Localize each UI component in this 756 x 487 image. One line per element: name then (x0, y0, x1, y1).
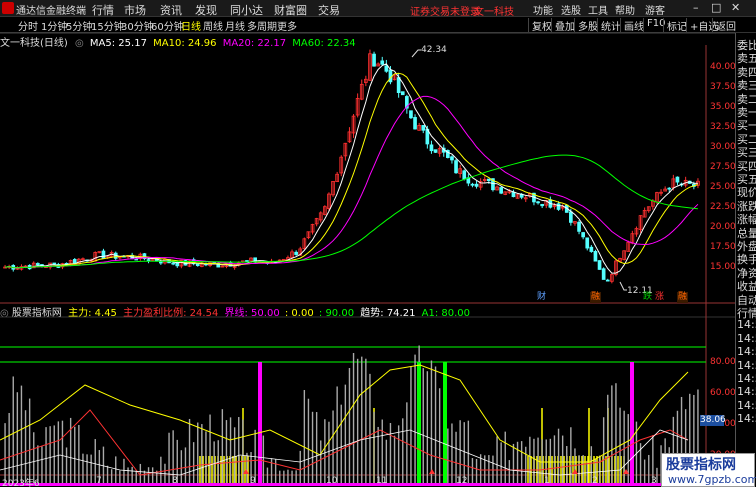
candle-body (421, 125, 426, 131)
sidebar-item: 14:50 (737, 385, 756, 399)
candle-body (470, 183, 475, 186)
candle-body (667, 187, 672, 190)
indicator-tick-label: 80.00 (710, 357, 736, 367)
price-tick-label: 37.50 (710, 82, 736, 92)
sidebar-item: 14:50 (737, 345, 756, 359)
candle-body (577, 221, 581, 232)
ma10-line (4, 72, 699, 269)
candle-body (384, 65, 389, 72)
candle-body (372, 53, 376, 67)
candle-body (601, 268, 606, 280)
price-tick-label: 20.00 (710, 222, 736, 232)
event-tag-finance[interactable]: 财 (536, 292, 547, 303)
event-tag-rise[interactable]: 涨 (654, 292, 665, 303)
date-label: 12 (456, 476, 468, 486)
indicator-tick-label: 60.00 (710, 388, 736, 398)
candle-body (556, 203, 561, 210)
candle-body (450, 156, 454, 161)
candle-body (585, 237, 590, 249)
indicator-current-value: 38.06 (700, 415, 726, 426)
sidebar-item: 14:50 (737, 331, 756, 345)
indicator-bar-magenta (630, 362, 634, 484)
watermark-title: 股票指标网 (666, 457, 736, 473)
candle-body (454, 160, 458, 174)
candle-body (675, 176, 680, 183)
candle-body (245, 260, 249, 262)
sidebar-item: 14:50 (737, 398, 756, 412)
price-tick-label: 35.00 (710, 102, 736, 112)
price-tick-label: 22.50 (710, 202, 736, 212)
candle-body (499, 187, 503, 194)
high-marker (411, 49, 421, 58)
candle-body (52, 262, 57, 265)
sidebar-item: 14:50 (737, 372, 756, 385)
low-marker (619, 281, 627, 291)
indicator-bar-magenta (258, 362, 262, 484)
watermark: 股票指标网 www.7gpzb.com (661, 453, 756, 487)
event-tag-margin[interactable]: 融 (590, 292, 602, 303)
candle-body (72, 259, 77, 264)
sidebar-item: 14:50 (737, 318, 756, 332)
candle-body (413, 117, 417, 130)
date-label: 1 (544, 476, 550, 486)
candle-body (36, 263, 40, 266)
candle-body (433, 149, 438, 153)
date-label: 3 (651, 476, 657, 486)
candle-body (597, 260, 602, 270)
candle-body (487, 178, 491, 181)
candle-body (511, 191, 516, 198)
date-label: 2 (592, 476, 598, 486)
candle-body (134, 258, 139, 261)
candle-body (593, 251, 598, 262)
candle-body (474, 183, 479, 187)
candle-body (195, 263, 200, 267)
price-tick-label: 17.50 (710, 242, 736, 252)
candle-body (540, 203, 544, 207)
price-tick-label: 15.00 (710, 262, 736, 272)
candle-body (589, 246, 594, 252)
candle-body (380, 60, 385, 65)
candle-body (294, 251, 298, 255)
indicator-bar-green (417, 362, 421, 484)
date-axis: 2023年6 7 8 9 10 11 12 1 2 3 (0, 476, 735, 487)
candle-body (569, 211, 573, 223)
candle-body (101, 250, 106, 259)
sidebar-item: 14:50 (737, 412, 756, 426)
signal-triangle (429, 469, 435, 474)
candle-body (171, 262, 175, 265)
ma60-line (4, 154, 698, 269)
candle-body (605, 279, 610, 282)
candle-body (462, 170, 467, 180)
price-tick-label: 30.00 (710, 142, 736, 152)
chart-canvas[interactable] (0, 0, 735, 487)
price-tick-label: 25.00 (710, 182, 736, 192)
candle-body (409, 110, 413, 119)
price-tick-label: 40.00 (710, 62, 736, 72)
indicator-bar-green (443, 362, 447, 484)
event-tag-drop[interactable]: 跌 (642, 292, 653, 303)
date-label: 10 (326, 476, 338, 486)
date-label: 11 (376, 476, 388, 486)
high-price-label: 42.34 (421, 45, 447, 55)
price-tick-label: 27.50 (710, 162, 736, 172)
sidebar-item: 14:50 (737, 358, 756, 372)
candle-body (581, 232, 585, 238)
quote-sidebar: 委比 卖五 卖四 卖三 卖二 卖一 买一 买二 买三 买四 买五 现价 涨跌 涨幅 总量 外盘 换手 净资 收益 自动… (735, 33, 756, 487)
date-label: 9 (250, 476, 256, 486)
ma5-line (4, 63, 698, 274)
candle-body (536, 201, 540, 204)
date-label: 8 (172, 476, 178, 486)
candle-body (388, 69, 393, 83)
candle-body (396, 77, 401, 93)
watermark-url: www.7gpzb.com (668, 473, 756, 486)
candle-body (400, 91, 405, 96)
candle-body (429, 144, 434, 152)
candle-body (146, 259, 151, 262)
date-label: 7 (96, 476, 102, 486)
date-label: 2023年6 (2, 479, 40, 487)
price-tick-label: 32.50 (710, 122, 736, 132)
event-tag-margin-2[interactable]: 融 (677, 292, 689, 303)
